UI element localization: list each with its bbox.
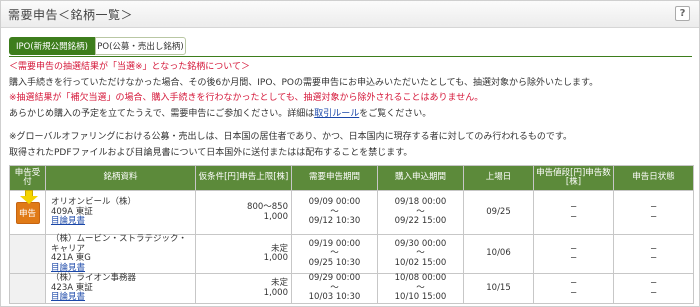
- help-icon[interactable]: ?: [675, 6, 690, 21]
- table-row: 申告 オリオンビール（株） 409A 東証 目論見書 800〜850 1,000…: [9, 189, 694, 235]
- notice-line: ※抽選結果が「補欠当選」の場合、購入手続きを行わなかったとしても、抽選対象から除…: [9, 93, 484, 103]
- purchase-end: 10/10 15:00: [394, 292, 447, 303]
- arrow-down-icon: [19, 189, 38, 204]
- share-limit: 1,000: [263, 253, 288, 263]
- apply-button-label: 申告: [18, 208, 36, 219]
- trading-rules-link[interactable]: 取引ルール: [314, 109, 359, 119]
- col-header-price: 仮条件[円]申告上限[株]: [195, 165, 292, 191]
- period-cell: 09/09 00:00 〜 09/12 10:30: [291, 190, 378, 235]
- purchase-cell: 09/30 00:00 〜 10/02 15:00: [377, 234, 464, 274]
- notice-line: ※グローバルオファリングにおける公募・売出しは、日本国の居住者であり、かつ、日本…: [9, 132, 573, 142]
- purchase-cell: 10/08 00:00 〜 10/10 15:00: [377, 273, 464, 304]
- apply-button[interactable]: 申告: [15, 189, 40, 224]
- purchase-cell: 09/18 00:00 〜 09/22 15:00: [377, 190, 464, 235]
- price-cell: 800〜850 1,000: [195, 190, 292, 235]
- listing-date: 10/06: [463, 234, 534, 274]
- col-header-period: 需要申告期間: [291, 165, 378, 191]
- apply-status: −: [649, 211, 658, 222]
- notice-text: をご覧ください。: [359, 108, 432, 119]
- apply-cell: [9, 234, 46, 274]
- page-header: 需要申告＜銘柄一覧＞ ?: [1, 1, 699, 28]
- app-frame: 需要申告＜銘柄一覧＞ ? IPO(新規公開銘柄) PO(公募・売出し銘柄) ＜需…: [0, 0, 700, 307]
- issue-cell: （株）ムービン・ストラテジック・キャリア 421A 東G 目論見書: [45, 234, 196, 274]
- bid-qty: −: [569, 287, 578, 298]
- period-cell: 09/29 00:00 〜 10/03 10:30: [291, 273, 378, 304]
- prospectus-link[interactable]: 目論見書: [51, 263, 85, 273]
- bid-cell: − −: [533, 190, 614, 235]
- tab-po[interactable]: PO(公募・売出し銘柄): [95, 37, 186, 55]
- bid-qty: −: [569, 211, 578, 222]
- listing-date: 10/15: [463, 273, 534, 304]
- tab-divider: [9, 56, 692, 57]
- status-cell: − −: [613, 190, 694, 235]
- period-cell: 09/19 00:00 〜 09/25 10:30: [291, 234, 378, 274]
- bid-cell: − −: [533, 234, 614, 274]
- col-header-purchase: 購入申込期間: [377, 165, 464, 191]
- notice-line: あらかじめ購入の予定を立てたうえで、需要申告にご参加ください。詳細は取引ルールを…: [9, 107, 693, 123]
- apply-cell: 申告: [9, 189, 46, 235]
- issue-name: （株）ムービン・ストラテジック・キャリア: [51, 234, 187, 254]
- col-header-issue: 銘柄資料: [45, 165, 196, 191]
- apply-status: −: [649, 287, 658, 298]
- price-cell: 未定 1,000: [195, 234, 292, 274]
- col-header-status: 申告日状態: [613, 165, 694, 191]
- period-end: 09/12 10:30: [308, 216, 361, 227]
- table-row: （株）ライオン事務器 423A 東証 目論見書 未定 1,000 09/29 0…: [9, 273, 694, 304]
- prospectus-link[interactable]: 目論見書: [51, 292, 85, 303]
- apply-status: −: [649, 253, 658, 263]
- ipo-list-table: 申告受付 銘柄資料 仮条件[円]申告上限[株] 需要申告期間 購入申込期間 上場…: [9, 165, 694, 304]
- period-end: 10/03 10:30: [308, 292, 361, 303]
- notice-block: ＜需要申告の抽選結果が「当選※」となった銘柄について＞ 購入手続きを行っていただ…: [9, 60, 693, 161]
- purchase-end: 10/02 15:00: [394, 257, 447, 268]
- notice-text: あらかじめ購入の予定を立てたうえで、需要申告にご参加ください。詳細は: [9, 108, 315, 119]
- share-limit: 1,000: [263, 287, 288, 298]
- status-cell: − −: [613, 234, 694, 274]
- issue-cell: オリオンビール（株） 409A 東証 目論見書: [45, 190, 196, 235]
- table-row: （株）ムービン・ストラテジック・キャリア 421A 東G 目論見書 未定 1,0…: [9, 234, 694, 274]
- purchase-end: 09/22 15:00: [394, 216, 447, 227]
- status-cell: − −: [613, 273, 694, 304]
- period-end: 09/25 10:30: [308, 257, 361, 268]
- col-header-bid: 申告値段[円]申告数[株]: [533, 165, 614, 191]
- issue-cell: （株）ライオン事務器 423A 東証 目論見書: [45, 273, 196, 304]
- apply-cell: [9, 273, 46, 304]
- notice-line: 購入手続きを行っていただけなかった場合、その後6か月間、IPO、POの需要申告に…: [9, 77, 599, 88]
- tab-ipo[interactable]: IPO(新規公開銘柄): [9, 37, 95, 55]
- prospectus-link[interactable]: 目論見書: [51, 216, 85, 227]
- page-title: 需要申告＜銘柄一覧＞: [8, 8, 134, 22]
- listing-date: 09/25: [463, 190, 534, 235]
- share-limit: 1,000: [263, 211, 288, 222]
- notice-line: ＜需要申告の抽選結果が「当選※」となった銘柄について＞: [9, 62, 251, 72]
- col-header-apply: 申告受付: [9, 165, 46, 191]
- col-header-listing: 上場日: [463, 165, 534, 191]
- price-cell: 未定 1,000: [195, 273, 292, 304]
- bid-cell: − −: [533, 273, 614, 304]
- table-header-row: 申告受付 銘柄資料 仮条件[円]申告上限[株] 需要申告期間 購入申込期間 上場…: [9, 165, 694, 191]
- bid-qty: −: [569, 253, 578, 263]
- notice-line: 取得されたPDFファイルおよび目論見書について日本国外に送付またはは配布すること…: [9, 147, 413, 158]
